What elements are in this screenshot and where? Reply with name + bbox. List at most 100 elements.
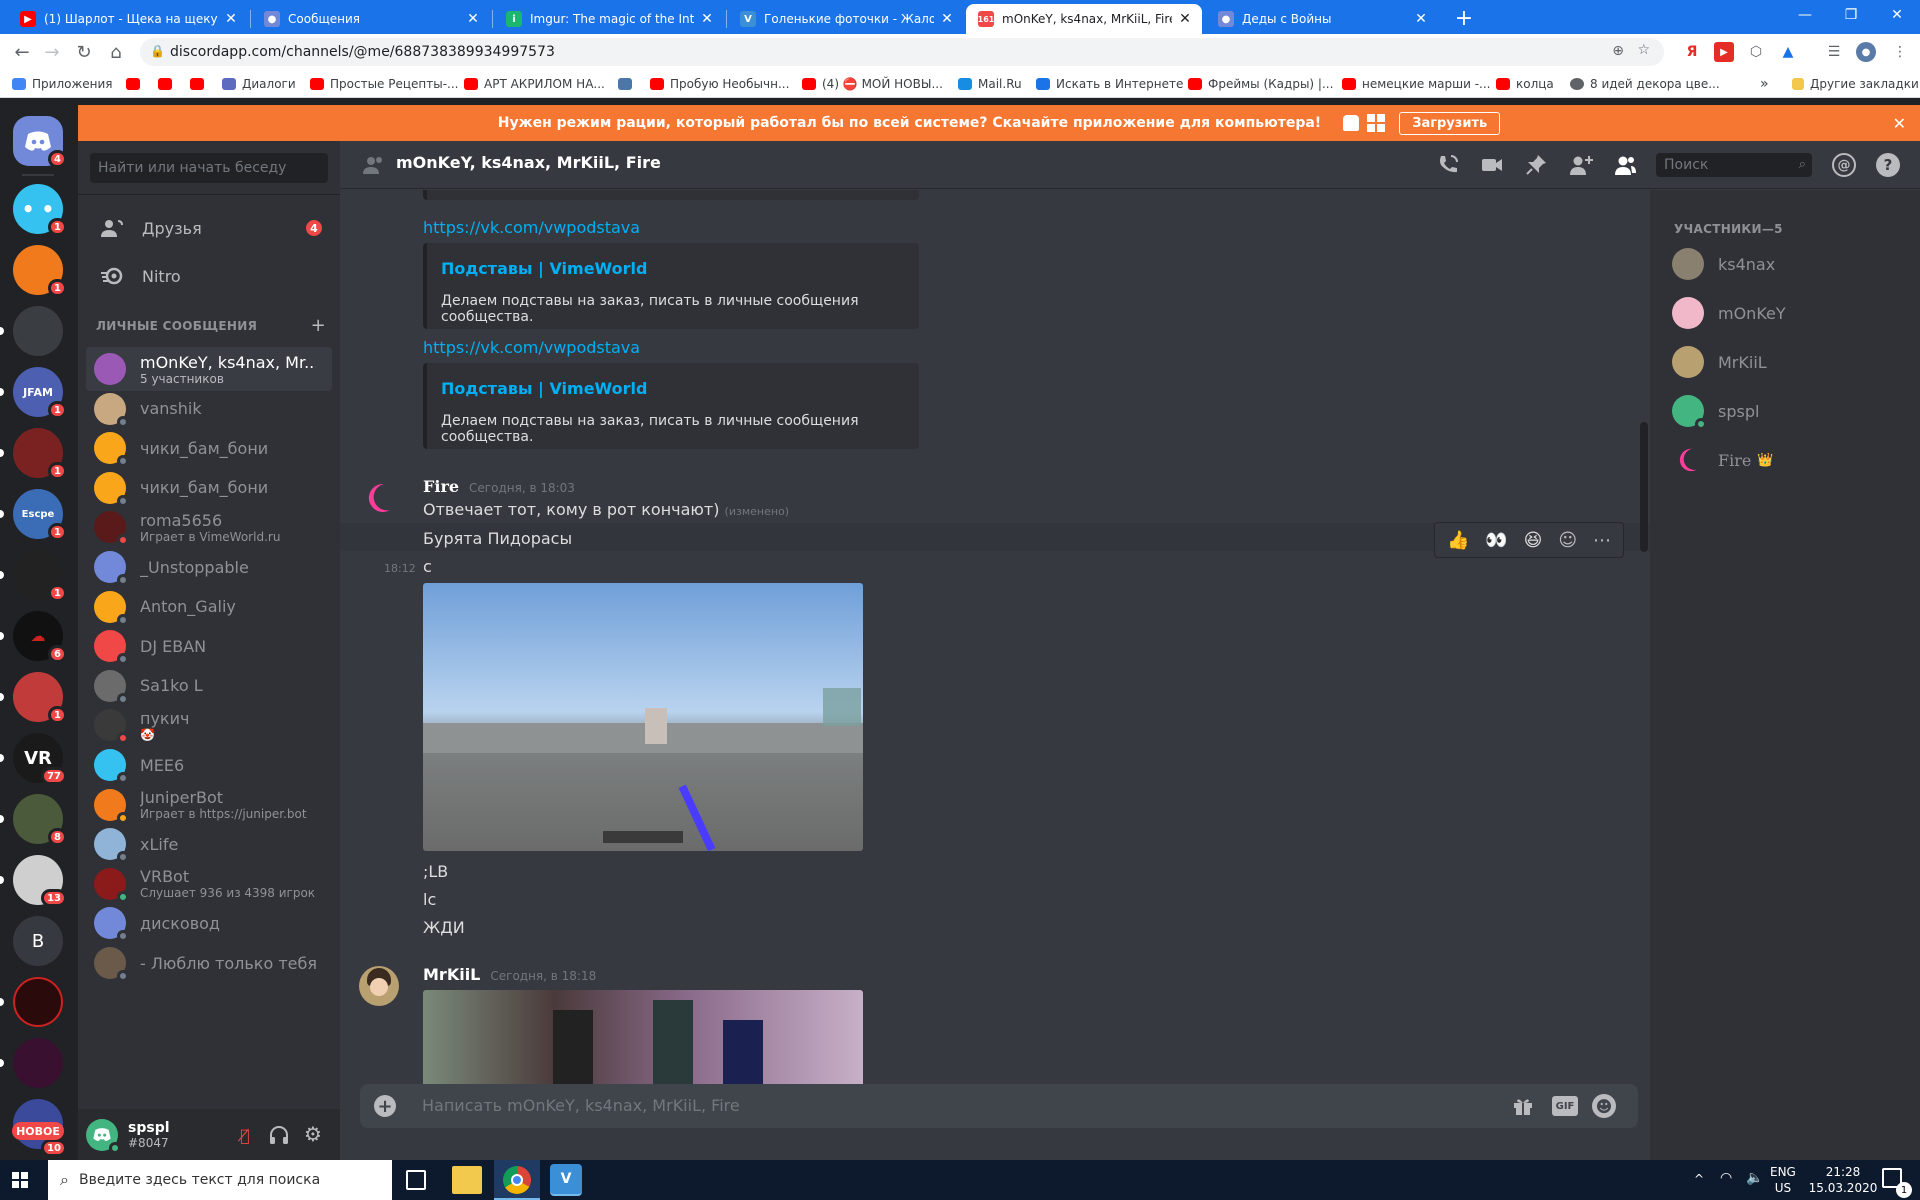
pinned-messages-icon[interactable] <box>1524 153 1548 177</box>
bookmark-item[interactable] <box>190 75 210 93</box>
home-guild[interactable]: 4 <box>13 116 67 168</box>
more-bookmarks-icon[interactable]: » <box>1760 75 1769 93</box>
more-options-icon[interactable]: ⋯ <box>1593 530 1611 551</box>
wifi-icon[interactable]: ◠ <box>1720 1170 1732 1186</box>
close-tab-icon[interactable]: ✕ <box>700 11 714 27</box>
upload-plus-icon[interactable]: + <box>374 1095 396 1117</box>
browser-tab[interactable]: ▶ (1) Шарлот - Щека на щеку (Pho ✕ <box>8 4 248 34</box>
vimeworld-launcher-icon[interactable]: V <box>550 1164 582 1196</box>
guild-icon[interactable]: • • 1 <box>13 184 67 236</box>
message-author[interactable]: MrKiiL Сегодня, в 18:18 <box>423 965 596 984</box>
bookmark-item[interactable] <box>618 75 638 93</box>
task-view-icon[interactable] <box>406 1170 426 1190</box>
user-avatar[interactable] <box>86 1118 121 1154</box>
mentions-icon[interactable]: @ <box>1832 153 1856 177</box>
guild-icon[interactable]: 1 <box>13 672 67 724</box>
bookmark-item[interactable] <box>126 75 146 93</box>
bookmark-item[interactable]: (4) ⛔ МОЙ НОВЫ... <box>802 75 943 93</box>
member-list-icon[interactable] <box>1612 153 1638 177</box>
guild-icon[interactable] <box>13 306 63 356</box>
guild-icon[interactable]: VR 77 <box>13 733 67 785</box>
screenshot-attachment-image[interactable] <box>423 583 863 851</box>
reading-list-icon[interactable]: ☰ <box>1824 42 1844 62</box>
reaction-eyes[interactable]: 👀 <box>1485 530 1507 551</box>
dm-item[interactable]: mOnKeY, ks4nax, Mr... 5 участников <box>86 347 332 391</box>
notice-close-icon[interactable]: ✕ <box>1893 114 1906 133</box>
headphones-icon[interactable] <box>268 1124 290 1146</box>
add-friends-icon[interactable] <box>1568 153 1594 177</box>
download-button[interactable]: Загрузить <box>1399 111 1501 135</box>
close-tab-icon[interactable]: ✕ <box>940 11 954 27</box>
menu-icon[interactable]: ⋮ <box>1890 42 1910 62</box>
dm-item[interactable]: пукич 🤡 <box>86 703 332 747</box>
dm-item[interactable]: JuniperBot Играет в https://juniper.bot <box>86 783 332 827</box>
new-mentions-pill[interactable]: НОВОЕ <box>12 1122 64 1140</box>
bookmark-item[interactable]: Пробую Необычн... <box>650 75 789 93</box>
bookmark-item[interactable]: Простые Рецепты-... <box>310 75 459 93</box>
dm-item[interactable]: чики_бам_бони <box>86 426 332 470</box>
dm-item[interactable]: MEE6 <box>86 743 332 787</box>
extension-icon[interactable]: ⬡ <box>1746 42 1766 62</box>
embed-title[interactable]: Подставы | VimeWorld <box>441 379 647 398</box>
reaction-thumbs-up[interactable]: 👍 <box>1447 530 1469 551</box>
file-explorer-icon[interactable] <box>452 1166 482 1194</box>
guild-icon[interactable] <box>13 1038 63 1088</box>
add-reaction-icon[interactable]: ☺ <box>1558 530 1577 551</box>
bookmark-item[interactable]: Mail.Ru <box>958 75 1022 93</box>
bookmark-item[interactable]: Диалоги <box>222 75 296 93</box>
guild-icon[interactable]: JFAM 1 <box>13 367 67 419</box>
profile-avatar[interactable]: ● <box>1856 42 1876 62</box>
message-scrollbar-thumb[interactable] <box>1640 422 1648 552</box>
member-item[interactable]: ks4nax <box>1672 244 1775 284</box>
close-tab-icon[interactable]: ✕ <box>1178 11 1192 27</box>
reaction-laugh[interactable]: 😆 <box>1524 530 1543 551</box>
star-icon[interactable]: ☆ <box>1637 42 1650 58</box>
other-bookmarks[interactable]: Другие закладки <box>1792 75 1919 93</box>
guild-icon[interactable] <box>13 977 63 1027</box>
guild-icon[interactable]: B <box>13 916 63 966</box>
screenshot-attachment-image[interactable] <box>423 990 863 1084</box>
create-dm-icon[interactable]: + <box>311 315 326 336</box>
back-icon[interactable]: ← <box>10 40 34 64</box>
taskbar-chrome-active[interactable] <box>494 1160 540 1200</box>
guild-icon[interactable]: 8 <box>13 794 67 846</box>
bookmark-item[interactable]: Фреймы (Кадры) |... <box>1188 75 1333 93</box>
reload-icon[interactable]: ↻ <box>72 40 96 64</box>
address-bar[interactable]: 🔒 discordapp.com/channels/@me/6887383899… <box>140 38 1664 66</box>
gift-icon[interactable] <box>1512 1095 1534 1117</box>
dm-item[interactable]: vanshik <box>86 387 332 431</box>
zoom-icon[interactable]: ⊕ <box>1612 43 1624 59</box>
android-icon[interactable] <box>1343 115 1360 131</box>
guild-icon[interactable]: 1 <box>13 245 67 297</box>
bookmark-item[interactable]: колца <box>1496 75 1554 93</box>
help-icon[interactable]: ? <box>1876 153 1900 177</box>
restore-icon[interactable]: ❐ <box>1828 0 1874 30</box>
browser-tab[interactable]: ● Деды с Войны ✕ <box>1206 4 1438 34</box>
bookmark-item[interactable] <box>158 75 178 93</box>
member-item[interactable]: spspl <box>1672 391 1759 431</box>
close-tab-icon[interactable]: ✕ <box>466 11 480 27</box>
home-icon[interactable]: ⌂ <box>104 40 128 64</box>
browser-tab[interactable]: ● Сообщения ✕ <box>252 4 490 34</box>
guild-icon[interactable]: 13 <box>13 855 67 907</box>
dm-item[interactable]: чики_бам_бони <box>86 466 332 510</box>
voice-call-icon[interactable] <box>1436 153 1460 177</box>
settings-gear-icon[interactable]: ⚙ <box>302 1122 324 1146</box>
embed-title[interactable]: Подставы | VimeWorld <box>441 259 647 278</box>
mrkiil-avatar[interactable] <box>359 966 399 1006</box>
browser-tab[interactable]: i Imgur: The magic of the Internet ✕ <box>494 4 724 34</box>
guild-icon[interactable]: 1 <box>13 428 67 480</box>
browser-tab-active[interactable]: 161 mOnKeY, ks4nax, MrKiiL, Fire ✕ <box>966 4 1202 34</box>
browser-tab[interactable]: V Голенькие фоточки - Жалобы н ✕ <box>728 4 964 34</box>
guild-icon[interactable]: Escpe 1 <box>13 489 67 541</box>
yandex-icon[interactable]: Я <box>1682 42 1702 62</box>
guild-icon[interactable]: ☁ 6 <box>13 611 67 663</box>
taskbar-search-input[interactable]: ⌕ Введите здесь текст для поиска <box>48 1160 392 1200</box>
emoji-picker-icon[interactable]: ☻ <box>1592 1094 1616 1118</box>
extension-icon[interactable]: ▶ <box>1714 42 1734 62</box>
bookmark-item[interactable]: Приложения <box>12 75 113 93</box>
dm-item[interactable]: Anton_Galiy <box>86 585 332 629</box>
message-input[interactable]: Написать mOnKeY, ks4nax, MrKiiL, Fire <box>422 1096 740 1115</box>
gif-icon[interactable]: GIF <box>1552 1096 1578 1116</box>
dm-item[interactable]: VRBot Слушает 936 из 4398 игрок... <box>86 862 332 906</box>
